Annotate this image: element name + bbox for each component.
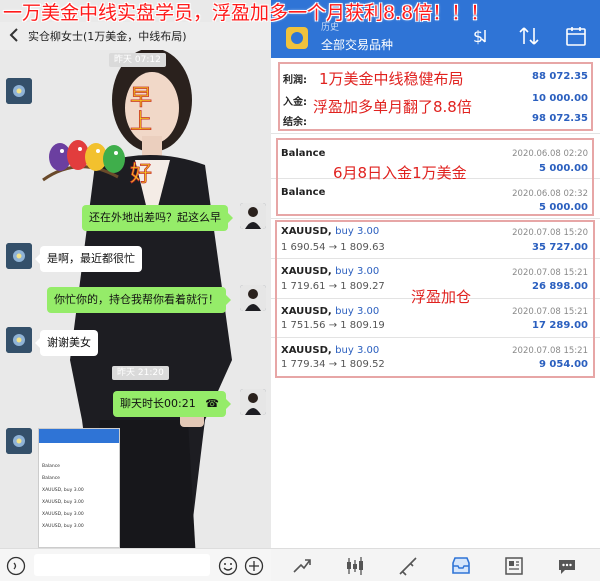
- news-icon[interactable]: [503, 555, 525, 577]
- avatar-contact[interactable]: [6, 243, 32, 269]
- avatar-self[interactable]: [240, 203, 266, 229]
- trade-icon[interactable]: [397, 555, 419, 577]
- avatar-self[interactable]: [240, 389, 266, 415]
- avatar-contact[interactable]: [6, 428, 32, 454]
- thumb-header: [39, 429, 119, 443]
- quotes-icon[interactable]: [291, 555, 313, 577]
- summary-note-2: 浮盈加多单月翻了8.8倍: [313, 98, 472, 116]
- chat-icon[interactable]: [556, 555, 578, 577]
- message-bubble-me[interactable]: 你忙你的，持仓我帮你看着就行！: [47, 287, 231, 313]
- flower-avatar-icon: [6, 428, 32, 454]
- avatar-contact[interactable]: [6, 327, 32, 353]
- avatar-self[interactable]: [240, 285, 266, 311]
- profile-photo-icon: [240, 203, 266, 229]
- chat-panel: 实仓柳女士(1万美金，中线布局) 昨天 07:12 早 上 好 还在外地出差吗？…: [0, 0, 271, 581]
- divider: [271, 218, 600, 219]
- message-bubble-contact[interactable]: 谢谢美女: [35, 330, 98, 356]
- screenshot-image-message[interactable]: Balance Balance XAUUSD, buy 3.00 XAUUSD,…: [38, 428, 120, 548]
- back-arrow-icon[interactable]: [6, 25, 24, 45]
- header-title[interactable]: 全部交易品种: [321, 36, 393, 53]
- thumb-row: XAUUSD, buy 3.00: [42, 500, 84, 505]
- screenshot-root: 实仓柳女士(1万美金，中线布局) 昨天 07:12 早 上 好 还在外地出差吗？…: [0, 0, 600, 581]
- add-position-note: 浮盈加仓: [411, 288, 472, 306]
- chat-input-bar: [0, 548, 271, 581]
- flower-avatar-icon: [6, 78, 32, 104]
- timestamp-chip: 昨天 21:20: [112, 366, 169, 380]
- chat-header: 实仓柳女士(1万美金，中线布局): [0, 22, 271, 50]
- avatar-contact[interactable]: [6, 78, 32, 104]
- voice-icon[interactable]: [6, 556, 26, 576]
- thumb-rows: Balance Balance XAUUSD, buy 3.00 XAUUSD,…: [42, 461, 84, 533]
- promo-banner: 一万美金中线实盘学员，浮盈加多一个月获利8.8倍！！！: [3, 2, 490, 24]
- svg-text:$: $: [473, 27, 483, 46]
- call-duration-text: 聊天时长00:21: [120, 397, 196, 410]
- calendar-icon[interactable]: [564, 24, 588, 48]
- dollar-exchange-icon[interactable]: $: [469, 24, 493, 48]
- history-icon[interactable]: [450, 555, 472, 577]
- timestamp-chip: 昨天 07:12: [109, 53, 166, 67]
- svg-text:上: 上: [130, 110, 152, 135]
- sticker-text: 早: [130, 86, 152, 111]
- message-bubble-contact[interactable]: 是啊，最近都很忙: [35, 246, 142, 272]
- profile-photo-icon: [240, 389, 266, 415]
- sort-icon[interactable]: [517, 24, 541, 48]
- plus-icon[interactable]: [244, 556, 264, 576]
- chart-icon[interactable]: [344, 555, 366, 577]
- profile-photo-icon: [240, 285, 266, 311]
- chat-title: 实仓柳女士(1万美金，中线布局): [28, 30, 187, 43]
- history-list: 利润: 88 072.35 入金: 10 000.00 结余: 98 072.3…: [271, 58, 600, 548]
- divider: [271, 133, 600, 134]
- emoji-icon[interactable]: [218, 556, 238, 576]
- good-morning-sticker: 早 上 好: [42, 86, 152, 187]
- trading-app-panel: 历史 全部交易品种 $ 利润: 88 072.35 入金: 10 000.00 …: [271, 0, 600, 581]
- bottom-tab-bar: [271, 548, 600, 581]
- thumb-row: Balance: [42, 464, 60, 469]
- message-bubble-me[interactable]: 还在外地出差吗？起这么早: [82, 205, 233, 231]
- thumb-row: XAUUSD, buy 3.00: [42, 488, 84, 493]
- call-duration-bubble[interactable]: 聊天时长00:21 ☎: [113, 391, 231, 417]
- app-logo-icon[interactable]: [285, 26, 309, 50]
- phone-hangup-icon: ☎: [205, 397, 219, 410]
- thumb-row: XAUUSD, buy 3.00: [42, 524, 84, 529]
- message-input[interactable]: [34, 554, 210, 576]
- thumb-row: Balance: [42, 476, 60, 481]
- thumb-row: XAUUSD, buy 3.00: [42, 512, 84, 517]
- deposit-note: 6月8日入金1万美金: [333, 164, 467, 182]
- flower-avatar-icon: [6, 327, 32, 353]
- summary-note: 1万美金中线稳健布局: [319, 70, 464, 88]
- flower-avatar-icon: [6, 243, 32, 269]
- svg-text:好: 好: [130, 162, 152, 187]
